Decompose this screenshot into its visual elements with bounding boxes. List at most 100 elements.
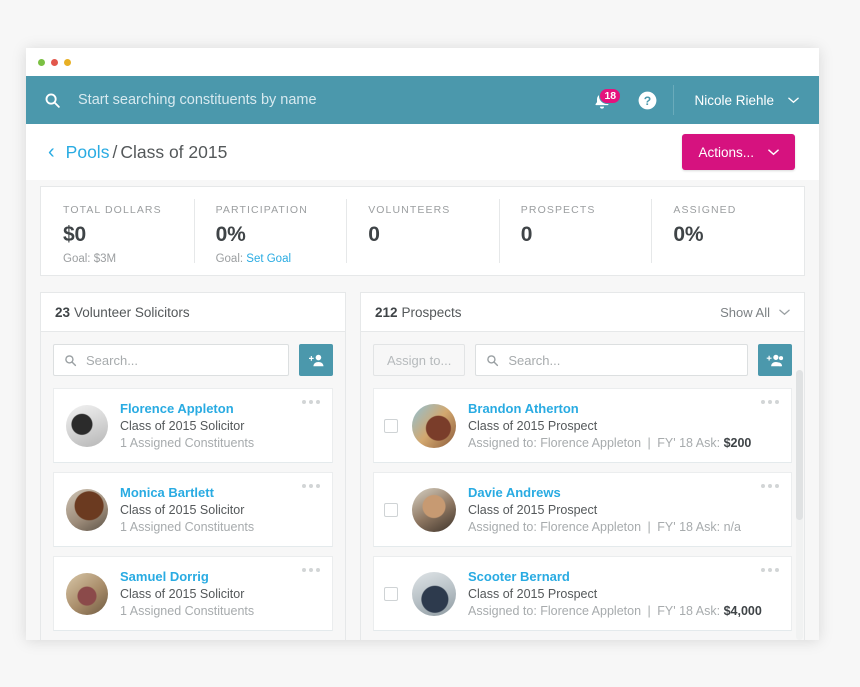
stat-label: ASSIGNED <box>673 204 737 216</box>
add-solicitor-button[interactable] <box>299 344 333 376</box>
prospect-checkbox[interactable] <box>384 418 398 433</box>
solicitors-panel: 23 Volunteer Solicitors Search... Floren… <box>40 292 346 640</box>
global-header: 18 ? Nicole Riehle <box>26 76 819 124</box>
prospect-list-item[interactable]: Davie Andrews Class of 2015 Prospect Assig… <box>373 472 792 547</box>
solicitor-list-item[interactable]: Florence Appleton Class of 2015 Solicitor… <box>53 388 333 463</box>
summary-stats: TOTAL DOLLARS $0 Goal: $3M PARTICIPATION 0% G… <box>40 186 805 276</box>
prospect-assigned-to: Assigned to: Florence Appleton <box>468 436 642 450</box>
prospect-meta: Assigned to: Florence Appleton | FY' 18 … <box>468 604 779 618</box>
prospects-count: 212 <box>375 304 398 320</box>
prospect-checkbox[interactable] <box>384 502 398 517</box>
global-search-input[interactable] <box>78 92 580 108</box>
prospect-assigned-to: Assigned to: Florence Appleton <box>468 604 642 618</box>
stat-value: 0 <box>520 223 533 246</box>
prospects-panel-body: Assign to... Search... Brandon Atherton … <box>360 332 805 640</box>
solicitors-list: Florence Appleton Class of 2015 Solicitor… <box>53 388 333 640</box>
window-minimize-dot[interactable] <box>51 58 58 66</box>
solicitor-meta: 1 Assigned Constituents <box>120 604 255 618</box>
prospect-ask-label: FY' 18 Ask: <box>657 604 721 618</box>
solicitor-list-item[interactable]: Samuel Dorrig Class of 2015 Solicitor 1 As… <box>53 556 333 631</box>
stat-card: ASSIGNED 0% <box>651 187 804 275</box>
prospect-list-item[interactable]: Scooter Bernard Class of 2015 Prospect Ass… <box>373 556 792 631</box>
solicitors-count: 23 <box>55 304 71 320</box>
solicitor-name[interactable]: Florence Appleton <box>120 401 320 416</box>
stat-value: 0% <box>215 223 246 246</box>
more-options-icon[interactable] <box>761 484 779 488</box>
stat-card: PARTICIPATION 0% Goal: Set Goal <box>193 187 347 275</box>
prospects-toolbar: Assign to... <box>373 344 792 376</box>
prospect-role: Class of 2015 Prospect <box>468 503 598 517</box>
prospect-meta: Assigned to: Florence Appleton | FY' 18 … <box>468 520 779 534</box>
solicitor-role: Class of 2015 Solicitor <box>120 587 245 601</box>
more-options-icon[interactable] <box>302 484 320 488</box>
avatar <box>66 488 108 531</box>
prospect-list-item[interactable]: Brandon Atherton Class of 2015 Prospect As… <box>373 388 792 463</box>
notifications-button[interactable]: 18 <box>579 87 625 111</box>
stat-label: PROSPECTS <box>520 204 596 216</box>
prospect-name[interactable]: Brandon Atherton <box>468 401 779 416</box>
stat-value: 0 <box>368 223 380 246</box>
more-options-icon[interactable] <box>761 400 779 404</box>
prospect-name[interactable]: Davie Andrews <box>468 485 779 500</box>
assign-to-button[interactable]: Assign to... <box>373 344 466 376</box>
prospect-role: Class of 2015 Prospect <box>468 419 598 433</box>
meta-separator: | <box>644 436 655 450</box>
add-prospects-button[interactable] <box>758 344 792 376</box>
breadcrumb-bar: ‹ Pools / Class of 2015 Actions... <box>26 124 819 180</box>
show-all-label: Show All <box>720 304 770 320</box>
breadcrumb-parent-link[interactable]: Pools <box>66 142 110 162</box>
stat-sub-prefix: Goal: <box>215 253 247 265</box>
stat-sub-prefix: Goal: <box>63 253 94 265</box>
prospects-title: Prospects <box>401 304 462 320</box>
stat-value: $0 <box>63 223 86 246</box>
prospect-ask-label: FY' 18 Ask: <box>657 436 721 450</box>
prospect-ask-value: $200 <box>723 436 752 450</box>
solicitor-meta: 1 Assigned Constituents <box>120 520 255 534</box>
prospects-scrollbar-thumb[interactable] <box>796 370 803 520</box>
svg-text:?: ? <box>644 93 651 107</box>
stat-label: TOTAL DOLLARS <box>63 204 162 216</box>
prospect-name[interactable]: Scooter Bernard <box>468 569 779 584</box>
prospects-search-input[interactable] <box>508 352 737 368</box>
prospect-assigned-to: Assigned to: Florence Appleton <box>468 520 642 534</box>
add-person-icon <box>308 354 323 366</box>
window-maximize-dot[interactable] <box>64 58 71 66</box>
chevron-down-icon <box>768 148 779 155</box>
prospect-meta: Assigned to: Florence Appleton | FY' 18 … <box>468 436 779 450</box>
solicitors-search-input[interactable] <box>86 352 278 368</box>
chevron-down-icon <box>779 309 790 315</box>
chevron-left-icon[interactable]: ‹ <box>48 142 55 162</box>
solicitors-toolbar <box>53 344 333 376</box>
set-goal-link[interactable]: Set Goal <box>246 253 291 265</box>
solicitor-list-item[interactable]: Monica Bartlett Class of 2015 Solicitor 1 … <box>53 472 333 547</box>
solicitor-meta: 1 Assigned Constituents <box>120 436 255 450</box>
app-window: 18 ? Nicole Riehle ‹ Pools/Class of 2015… <box>26 48 819 640</box>
avatar <box>412 403 456 448</box>
prospect-ask-label: FY' 18 Ask: <box>657 520 721 534</box>
window-close-dot[interactable] <box>38 58 45 66</box>
more-options-icon[interactable] <box>302 568 320 572</box>
add-people-icon <box>766 354 783 366</box>
user-menu[interactable]: Nicole Riehle <box>673 85 819 115</box>
stat-label: VOLUNTEERS <box>368 204 451 216</box>
prospect-role: Class of 2015 Prospect <box>468 587 598 601</box>
show-all-dropdown[interactable]: Show All <box>720 305 790 320</box>
meta-separator: | <box>644 520 655 534</box>
actions-button[interactable]: Actions... <box>682 134 795 170</box>
solicitor-name[interactable]: Samuel Dorrig <box>120 569 320 584</box>
prospects-list: Brandon Atherton Class of 2015 Prospect As… <box>373 388 792 631</box>
actions-button-label: Actions... <box>698 144 754 160</box>
solicitors-search-box[interactable] <box>53 344 289 376</box>
solicitor-name[interactable]: Monica Bartlett <box>120 485 320 500</box>
prospect-checkbox[interactable] <box>384 586 398 601</box>
user-name-label: Nicole Riehle <box>694 92 774 108</box>
prospect-ask-value: $4,000 <box>723 604 762 618</box>
chevron-down-icon <box>788 97 799 103</box>
help-icon[interactable]: ? <box>625 90 669 111</box>
prospects-scrollbar[interactable] <box>796 370 803 640</box>
more-options-icon[interactable] <box>302 400 320 404</box>
more-options-icon[interactable] <box>761 568 779 572</box>
window-titlebar <box>26 48 819 76</box>
prospects-search-box[interactable] <box>475 344 748 376</box>
search-icon <box>487 354 499 366</box>
